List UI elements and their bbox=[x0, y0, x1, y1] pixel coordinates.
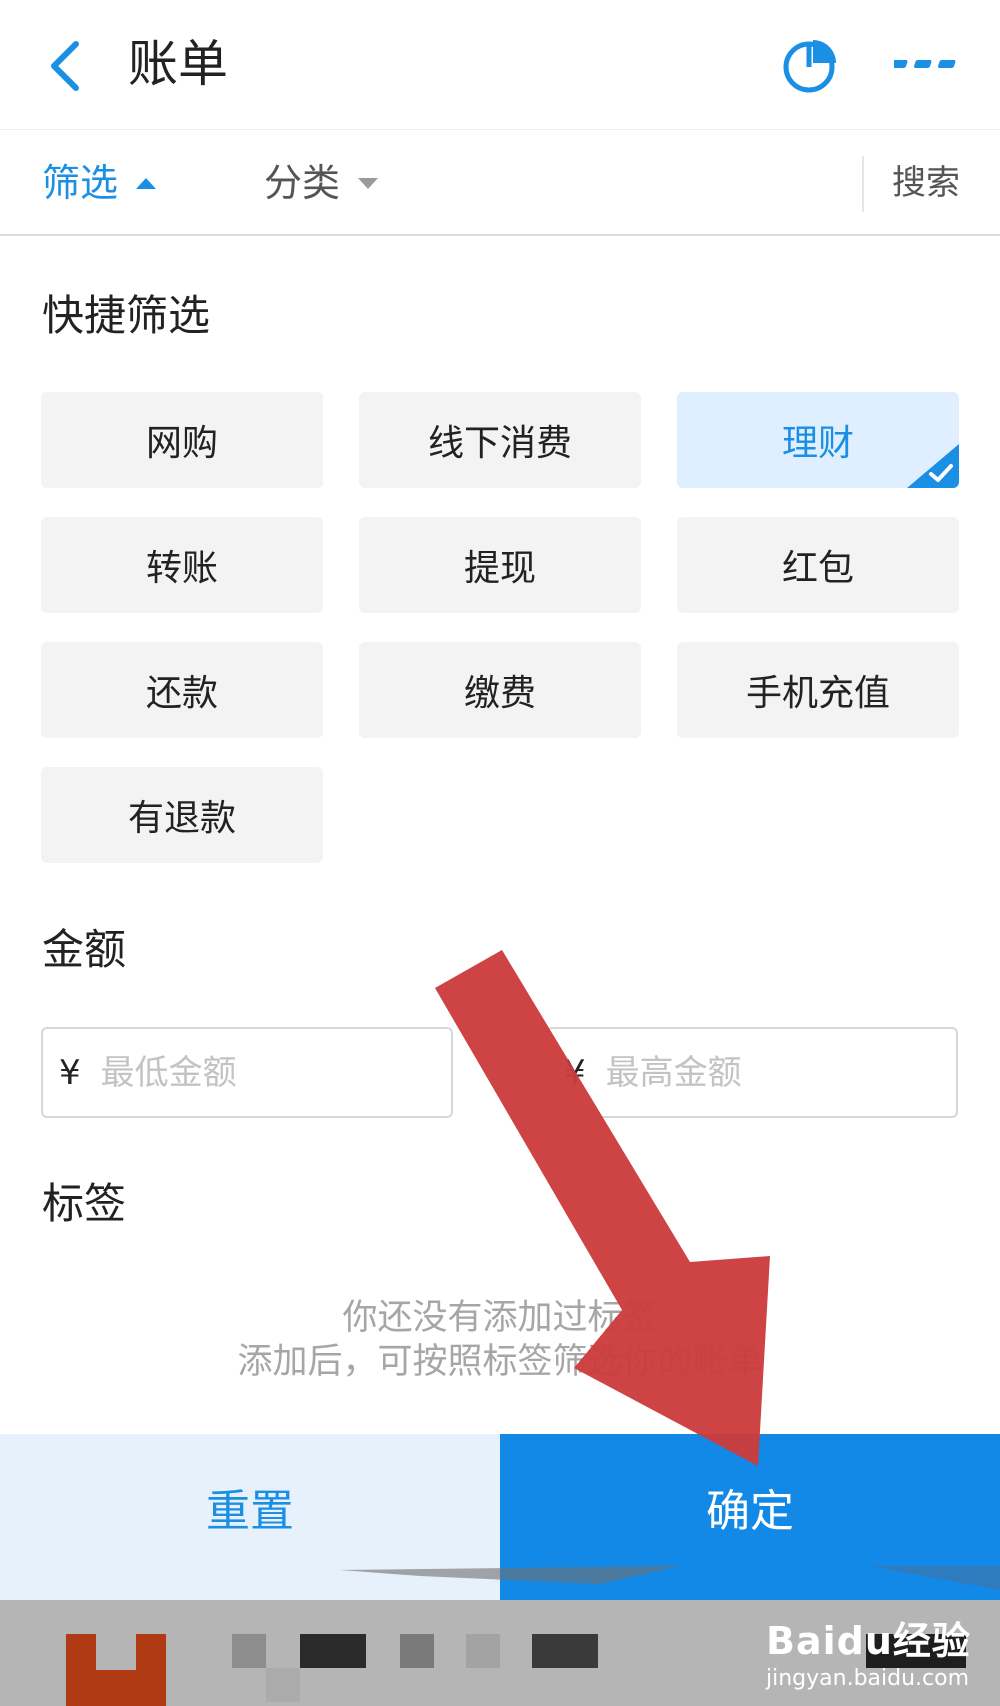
search-button[interactable]: 搜索 bbox=[892, 160, 960, 206]
more-dots-icon[interactable] bbox=[894, 54, 958, 76]
chip-label: 理财 bbox=[781, 423, 854, 464]
chip-label: 手机充值 bbox=[745, 673, 890, 714]
tab-filter[interactable]: 筛选 bbox=[42, 160, 157, 206]
max-amount-field[interactable]: ¥ bbox=[546, 1027, 958, 1118]
decor-block bbox=[136, 1634, 166, 1706]
watermark-logo: Baidu经验 bbox=[766, 1619, 971, 1663]
currency-symbol: ¥ bbox=[564, 1052, 586, 1093]
decor-block bbox=[66, 1634, 96, 1706]
filter-tab-bar: 筛选 分类 搜索 bbox=[0, 130, 1000, 236]
decor-block bbox=[466, 1634, 500, 1668]
pie-chart-icon[interactable] bbox=[782, 36, 840, 94]
decor-block bbox=[232, 1634, 266, 1668]
watermark-url: jingyan.baidu.com bbox=[766, 1666, 970, 1691]
min-amount-field[interactable]: ¥ bbox=[41, 1027, 453, 1118]
tags-empty-message-line2: 添加后，可按照标签筛选你的账单 bbox=[237, 1342, 763, 1382]
chip-wealth-management[interactable]: 理财 bbox=[677, 392, 959, 488]
chip-repayment[interactable]: 还款 bbox=[41, 642, 323, 738]
page-title: 账单 bbox=[128, 35, 228, 93]
amount-title: 金额 bbox=[42, 925, 127, 974]
decor-block bbox=[266, 1668, 300, 1702]
min-amount-input[interactable] bbox=[100, 1052, 401, 1093]
caret-up-icon bbox=[136, 177, 157, 189]
selected-check-icon bbox=[907, 444, 959, 488]
confirm-button[interactable]: 确定 bbox=[500, 1434, 1000, 1600]
reset-button[interactable]: 重置 bbox=[0, 1434, 500, 1600]
chip-phone-topup[interactable]: 手机充值 bbox=[677, 642, 959, 738]
chip-label: 网购 bbox=[145, 423, 218, 464]
decor-block bbox=[300, 1634, 366, 1668]
chip-label: 还款 bbox=[145, 673, 218, 714]
decor-block bbox=[96, 1670, 136, 1706]
max-amount-input[interactable] bbox=[605, 1052, 906, 1093]
chip-transfer[interactable]: 转账 bbox=[41, 517, 323, 613]
back-arrow-icon[interactable] bbox=[46, 40, 86, 92]
chip-withdraw[interactable]: 提现 bbox=[359, 517, 641, 613]
chip-label: 红包 bbox=[781, 548, 854, 589]
chip-refund[interactable]: 有退款 bbox=[41, 767, 323, 863]
app-header: 账单 bbox=[0, 0, 1000, 130]
chip-label: 转账 bbox=[145, 548, 218, 589]
tags-title: 标签 bbox=[42, 1179, 127, 1228]
chip-label: 有退款 bbox=[127, 798, 236, 839]
tab-filter-label: 筛选 bbox=[42, 161, 119, 205]
chip-bill-payment[interactable]: 缴费 bbox=[359, 642, 641, 738]
chip-online-shopping[interactable]: 网购 bbox=[41, 392, 323, 488]
chip-red-packet[interactable]: 红包 bbox=[677, 517, 959, 613]
caret-down-icon bbox=[358, 177, 379, 189]
tab-category[interactable]: 分类 bbox=[264, 160, 379, 206]
chip-label: 缴费 bbox=[463, 673, 536, 714]
decor-block bbox=[400, 1634, 434, 1668]
currency-symbol: ¥ bbox=[59, 1052, 81, 1093]
tab-category-label: 分类 bbox=[264, 161, 341, 205]
divider bbox=[862, 156, 864, 212]
tags-empty-message-line1: 你还没有添加过标签 bbox=[342, 1298, 658, 1338]
chip-label: 线下消费 bbox=[427, 423, 572, 464]
quick-filter-title: 快捷筛选 bbox=[42, 291, 211, 340]
decor-block bbox=[532, 1634, 598, 1668]
baidu-watermark: Baidu经验 jingyan.baidu.com bbox=[760, 1608, 990, 1700]
chip-label: 提现 bbox=[463, 548, 536, 589]
chip-offline-spending[interactable]: 线下消费 bbox=[359, 392, 641, 488]
